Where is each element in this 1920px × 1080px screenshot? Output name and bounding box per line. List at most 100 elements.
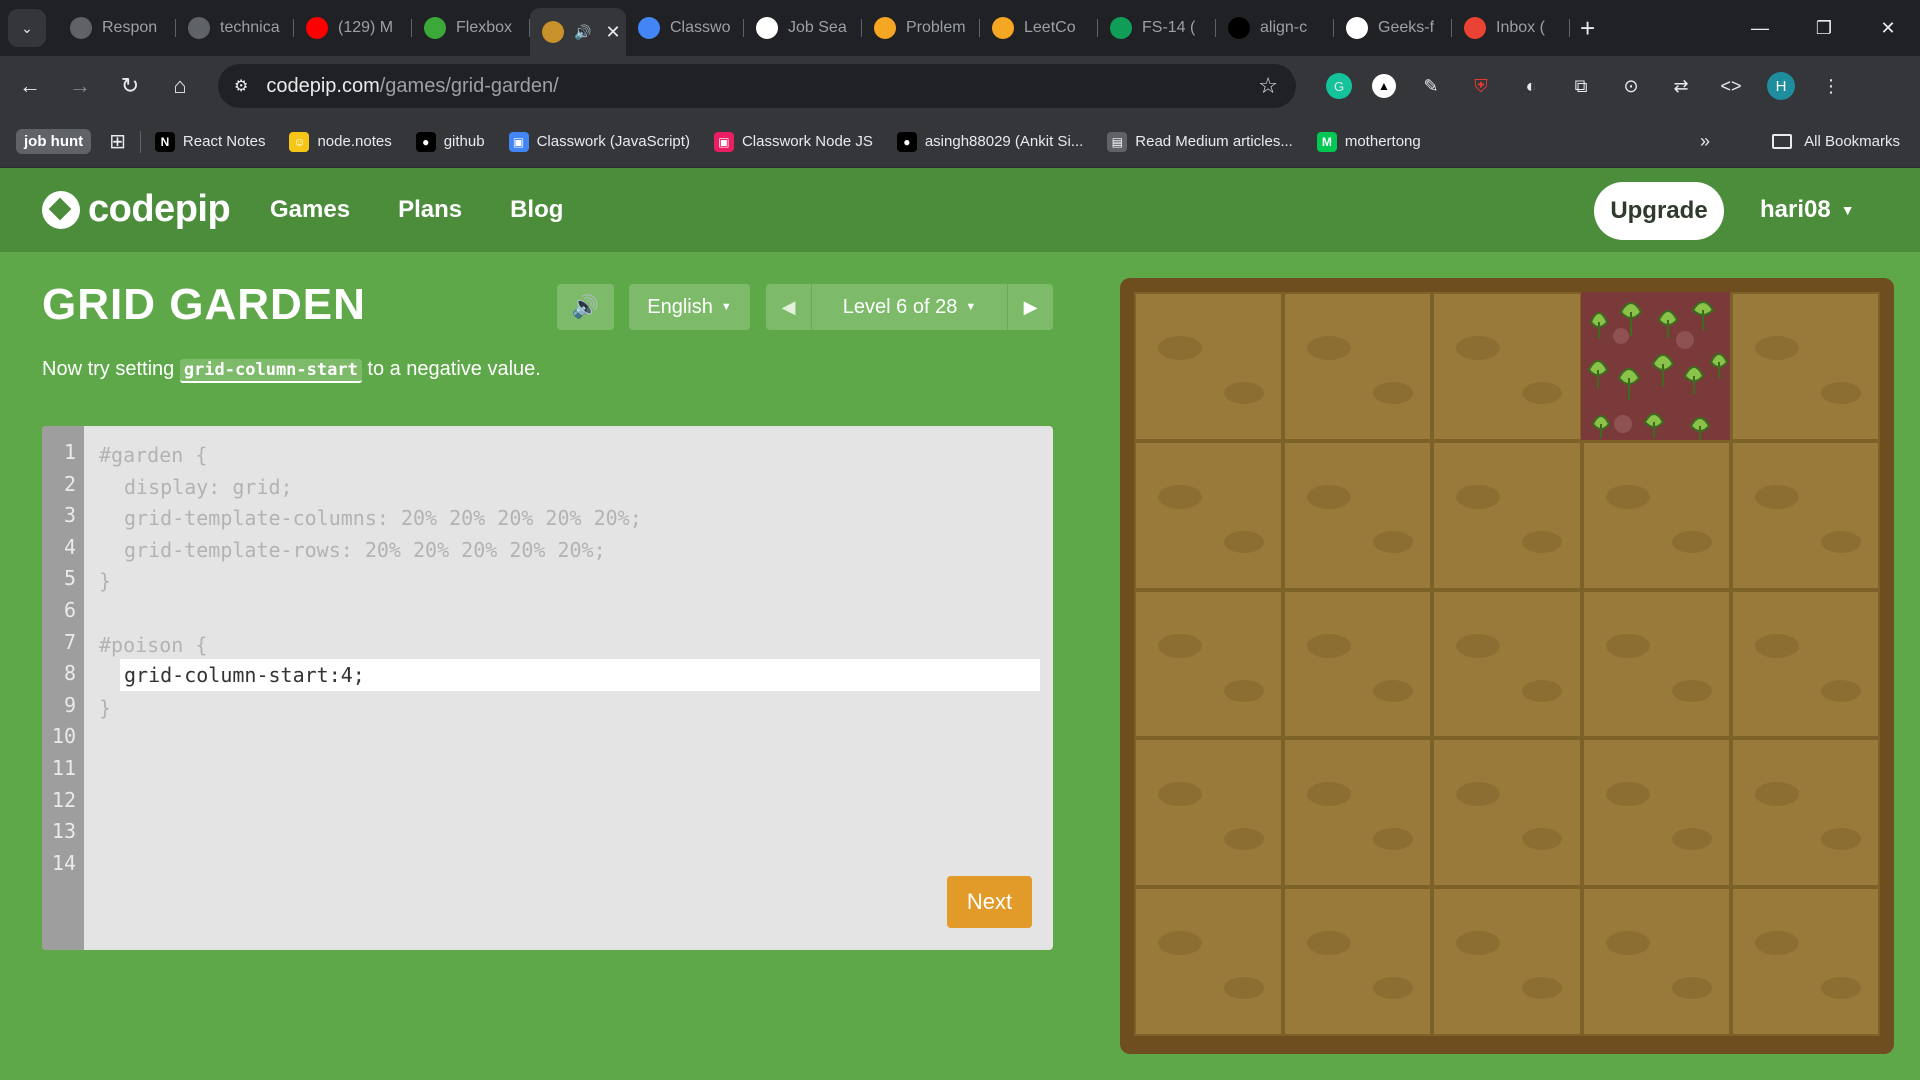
speaker-icon: 🔊 bbox=[571, 294, 600, 319]
caret-down-icon: ▼ bbox=[965, 301, 977, 313]
browser-tab[interactable]: align-c bbox=[1216, 7, 1334, 49]
bookmark-item[interactable]: ☺ node.notes bbox=[289, 131, 392, 152]
address-bar[interactable]: ⚙ codepip.com/games/grid-garden/ ☆ bbox=[218, 64, 1296, 108]
line-number: 3 bbox=[63, 503, 76, 528]
bookmark-star-icon[interactable]: ☆ bbox=[1258, 73, 1278, 99]
garden-plot bbox=[1134, 440, 1284, 590]
level-instructions: Now try setting grid-column-start to a n… bbox=[42, 358, 541, 383]
bookmark-item[interactable]: ● asingh88029 (Ankit Si... bbox=[896, 131, 1084, 152]
close-window-icon[interactable]: ✕ bbox=[1856, 0, 1920, 56]
tab-title: align-c bbox=[1260, 19, 1308, 36]
translate-icon[interactable]: ⇄ bbox=[1666, 71, 1696, 101]
bookmark-item[interactable]: Mmothertong bbox=[1316, 131, 1421, 152]
color-picker-icon[interactable]: ✎ bbox=[1416, 71, 1446, 101]
reload-button[interactable]: ↻ bbox=[110, 66, 150, 106]
bookmark-favicon-icon: ▣ bbox=[713, 131, 734, 152]
garden-plot bbox=[1730, 738, 1880, 888]
browser-tab[interactable]: technica bbox=[176, 7, 294, 49]
bookmarks-overflow-icon[interactable]: » bbox=[1700, 131, 1710, 152]
line-number: 13 bbox=[51, 819, 76, 844]
garden-plot bbox=[1283, 292, 1433, 441]
code-icon[interactable]: <> bbox=[1716, 71, 1746, 101]
css-answer-input[interactable] bbox=[120, 659, 1040, 691]
bookmark-item[interactable]: N React Notes bbox=[154, 131, 265, 152]
user-menu[interactable]: hari08 ▼ bbox=[1760, 196, 1855, 224]
code-line: grid-template-columns: 20% 20% 20% 20% 2… bbox=[124, 506, 642, 531]
level-select[interactable]: Level 6 of 28 ▼ bbox=[812, 296, 1007, 319]
page: codepip Games Plans Blog Upgrade hari08 … bbox=[0, 168, 1920, 1080]
instruction-code-chip[interactable]: grid-column-start bbox=[179, 359, 362, 383]
bookmark-favicon-icon: N bbox=[154, 131, 175, 152]
nav-games[interactable]: Games bbox=[270, 196, 350, 224]
tab-favicon-icon bbox=[70, 17, 92, 39]
bookmark-item[interactable]: ▤ Read Medium articles... bbox=[1107, 131, 1293, 152]
url-text[interactable]: codepip.com/games/grid-garden/ bbox=[266, 75, 558, 98]
upgrade-button[interactable]: Upgrade bbox=[1594, 182, 1724, 240]
new-tab-button[interactable]: + bbox=[1580, 13, 1595, 44]
screenshot-icon[interactable]: ⊙ bbox=[1616, 71, 1646, 101]
line-number: 7 bbox=[63, 629, 76, 654]
browser-tab[interactable]: FS-14 ( bbox=[1098, 7, 1216, 49]
garden-plot bbox=[1581, 440, 1731, 590]
minimize-icon[interactable]: — bbox=[1728, 0, 1792, 56]
poison-plot bbox=[1581, 292, 1730, 440]
bookmark-item[interactable]: ● github bbox=[415, 131, 485, 152]
home-button[interactable]: ⌂ bbox=[160, 66, 200, 106]
garden-plot bbox=[1283, 887, 1433, 1036]
restore-icon[interactable]: ❐ bbox=[1792, 0, 1856, 56]
tab-close-icon[interactable]: ✕ bbox=[605, 22, 620, 43]
tab-title: (129) M bbox=[338, 19, 394, 36]
tab-search-button[interactable]: ⌄ bbox=[8, 9, 46, 47]
browser-tab[interactable]: Flexbox bbox=[412, 7, 530, 49]
nav-plans[interactable]: Plans bbox=[398, 196, 462, 224]
tab-audio-icon[interactable]: 🔊 bbox=[574, 24, 591, 41]
bookmark-group-chip[interactable]: job hunt bbox=[16, 129, 92, 154]
browser-tab[interactable]: LeetCo bbox=[980, 7, 1098, 49]
garden-plot bbox=[1730, 887, 1880, 1036]
next-button[interactable]: Next bbox=[947, 876, 1032, 928]
code-line: grid-template-rows: 20% 20% 20% 20% 20%; bbox=[124, 537, 606, 562]
browser-tab[interactable]: (129) M bbox=[294, 7, 412, 49]
browser-tab[interactable]: Problem bbox=[862, 7, 980, 49]
browser-tab[interactable]: Job Sea bbox=[744, 7, 862, 49]
browser-tab[interactable]: Geeks-f bbox=[1334, 7, 1452, 49]
back-button[interactable]: ← bbox=[10, 66, 50, 106]
extension-grammarly-icon[interactable]: G bbox=[1326, 73, 1352, 99]
bookmark-label: asingh88029 (Ankit Si... bbox=[924, 133, 1084, 150]
code-line: } bbox=[99, 569, 112, 594]
garden-plot bbox=[1283, 589, 1433, 739]
next-level-button[interactable]: ▶ bbox=[1007, 284, 1053, 330]
browser-menu-icon[interactable]: ⋮ bbox=[1816, 71, 1846, 101]
browser-tab[interactable]: Inbox ( bbox=[1452, 7, 1570, 49]
forward-button[interactable]: → bbox=[60, 66, 100, 106]
site-info-icon[interactable]: ⚙ bbox=[234, 76, 248, 96]
tab-favicon-icon bbox=[306, 17, 328, 39]
bookmark-item[interactable]: ▣ Classwork Node JS bbox=[713, 131, 873, 152]
main-nav: Games Plans Blog bbox=[270, 168, 611, 252]
nav-blog[interactable]: Blog bbox=[510, 196, 563, 224]
browser-tab[interactable]: Classwo bbox=[626, 7, 744, 49]
extensions-puzzle-icon[interactable]: ⧉ bbox=[1566, 71, 1596, 101]
level-navigator: ◀ Level 6 of 28 ▼ ▶ bbox=[766, 284, 1053, 330]
all-bookmarks-button[interactable]: All Bookmarks bbox=[1772, 133, 1900, 150]
extension-moon-icon[interactable]: ◐ bbox=[1516, 71, 1546, 101]
extension-shield-icon[interactable]: ⛨ bbox=[1466, 71, 1496, 101]
line-number: 6 bbox=[63, 597, 76, 622]
garden-plot bbox=[1730, 589, 1880, 739]
previous-level-button[interactable]: ◀ bbox=[766, 284, 812, 330]
browser-tab[interactable]: Respon bbox=[58, 7, 176, 49]
browser-tab[interactable]: 🔊 ✕ bbox=[530, 8, 626, 56]
tab-favicon-icon bbox=[1464, 17, 1486, 39]
apps-grid-icon[interactable]: ⊞ bbox=[109, 129, 126, 154]
language-select[interactable]: English ▼ bbox=[629, 284, 750, 330]
tab-title: Job Sea bbox=[788, 19, 847, 36]
poison-weeds-icon bbox=[1587, 301, 1729, 440]
tab-favicon-icon bbox=[188, 17, 210, 39]
garden-plot bbox=[1283, 440, 1433, 590]
codepip-logo[interactable]: codepip bbox=[42, 188, 231, 231]
extension-triangle-icon[interactable]: ▲ bbox=[1372, 74, 1396, 98]
tab-title: Problem bbox=[906, 19, 966, 36]
bookmark-item[interactable]: ▣ Classwork (JavaScript) bbox=[508, 131, 690, 152]
profile-avatar[interactable]: H bbox=[1766, 71, 1796, 101]
sound-toggle-button[interactable]: 🔊 bbox=[557, 284, 614, 330]
